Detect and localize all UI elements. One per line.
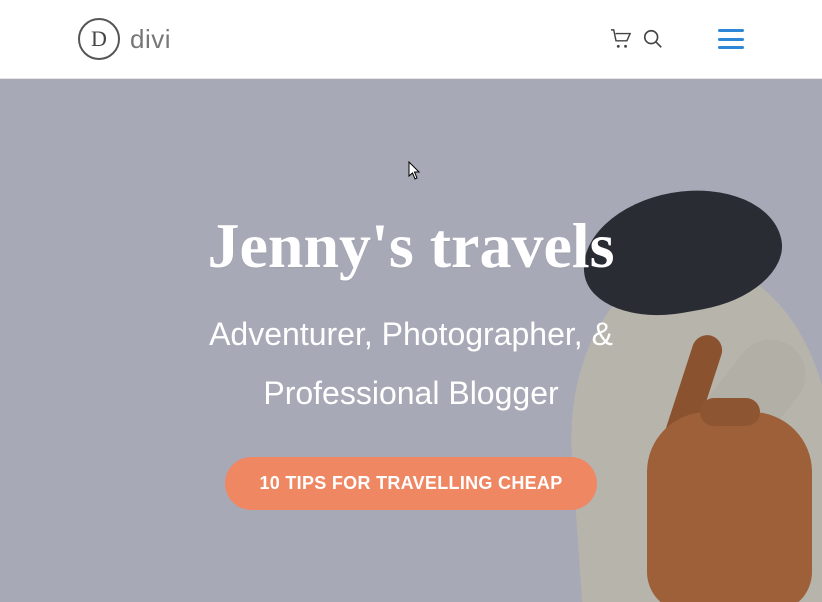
search-icon[interactable] (642, 28, 664, 50)
hero-title: Jenny's travels (0, 209, 822, 283)
cart-icon[interactable] (610, 29, 632, 49)
hero-section: Jenny's travels Adventurer, Photographer… (0, 79, 822, 602)
hero-subtitle: Adventurer, Photographer, & Professional… (0, 305, 822, 423)
hero-subtitle-line2: Professional Blogger (0, 364, 822, 423)
hamburger-menu-icon[interactable] (718, 29, 744, 49)
logo-text: divi (130, 24, 171, 55)
site-logo[interactable]: D divi (78, 18, 171, 60)
logo-mark: D (78, 18, 120, 60)
site-header: D divi (0, 0, 822, 79)
header-actions (610, 28, 744, 50)
hero-subtitle-line1: Adventurer, Photographer, & (0, 305, 822, 364)
cta-button[interactable]: 10 TIPS FOR TRAVELLING CHEAP (225, 457, 596, 510)
hero-content: Jenny's travels Adventurer, Photographer… (0, 79, 822, 510)
